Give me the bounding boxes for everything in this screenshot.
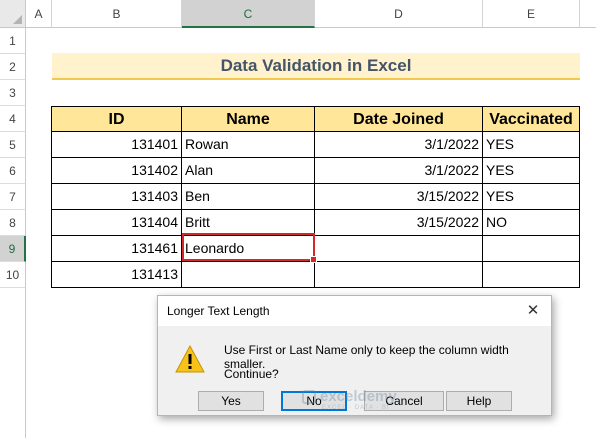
header-vaccinated[interactable]: Vaccinated [483, 106, 580, 132]
header-name[interactable]: Name [182, 106, 315, 132]
cell-date[interactable]: 3/1/2022 [315, 132, 483, 158]
cell-id[interactable]: 131461 [51, 236, 182, 262]
cell-id[interactable]: 131403 [51, 184, 182, 210]
cell-id[interactable]: 131401 [51, 132, 182, 158]
row-header-2[interactable]: 2 [0, 54, 26, 80]
dialog-title: Longer Text Length [158, 296, 551, 326]
cell-vaccinated[interactable]: YES [483, 158, 580, 184]
row-header-rest [0, 288, 26, 438]
column-header-d[interactable]: D [315, 0, 483, 28]
dialog-question: Continue? [224, 367, 279, 381]
column-header-f[interactable] [580, 0, 596, 28]
header-date-joined[interactable]: Date Joined [315, 106, 483, 132]
cell-vaccinated[interactable] [483, 262, 580, 288]
row-header-9[interactable]: 9 [0, 236, 26, 262]
row-header-4[interactable]: 4 [0, 106, 26, 132]
select-all-corner[interactable] [0, 0, 26, 28]
cell-id[interactable]: 131404 [51, 210, 182, 236]
warning-icon [175, 345, 205, 373]
header-id[interactable]: ID [51, 106, 182, 132]
cell-id[interactable]: 131402 [51, 158, 182, 184]
cell-name[interactable]: Britt [182, 210, 315, 236]
column-header-e[interactable]: E [483, 0, 580, 28]
help-button[interactable]: Help [446, 391, 512, 411]
column-header-c[interactable]: C [182, 0, 315, 28]
sheet-title[interactable]: Data Validation in Excel [52, 53, 580, 80]
cell-date[interactable]: 3/15/2022 [315, 210, 483, 236]
close-icon[interactable]: ✕ [523, 301, 543, 321]
cell-vaccinated[interactable]: NO [483, 210, 580, 236]
cell-date[interactable]: 3/15/2022 [315, 184, 483, 210]
row-header-8[interactable]: 8 [0, 210, 26, 236]
cell-date[interactable] [315, 236, 483, 262]
row-header-5[interactable]: 5 [0, 132, 26, 158]
row-header-6[interactable]: 6 [0, 158, 26, 184]
cell-name-active[interactable]: Leonardo [182, 236, 315, 262]
cell-name[interactable]: Rowan [182, 132, 315, 158]
cell-name[interactable]: Ben [182, 184, 315, 210]
row-header-7[interactable]: 7 [0, 184, 26, 210]
column-header-a[interactable]: A [26, 0, 52, 28]
cell-name[interactable]: Alan [182, 158, 315, 184]
yes-button[interactable]: Yes [198, 391, 264, 411]
no-button[interactable]: No [281, 391, 347, 411]
spreadsheet: A B C D E 1 2 3 4 5 6 7 8 9 10 Data Vali… [0, 0, 596, 438]
cell-vaccinated[interactable] [483, 236, 580, 262]
row-header-3[interactable]: 3 [0, 80, 26, 106]
cancel-button[interactable]: Cancel [364, 391, 444, 411]
column-header-b[interactable]: B [52, 0, 182, 28]
cell-vaccinated[interactable]: YES [483, 132, 580, 158]
cell-date[interactable]: 3/1/2022 [315, 158, 483, 184]
validation-alert-dialog: Longer Text Length ✕ Use First or Last N… [157, 295, 552, 416]
cell-vaccinated[interactable]: YES [483, 184, 580, 210]
cell-date[interactable] [315, 262, 483, 288]
cell-id[interactable]: 131413 [51, 262, 182, 288]
row-header-1[interactable]: 1 [0, 28, 26, 54]
cell-name[interactable] [182, 262, 315, 288]
row-header-10[interactable]: 10 [0, 262, 26, 288]
